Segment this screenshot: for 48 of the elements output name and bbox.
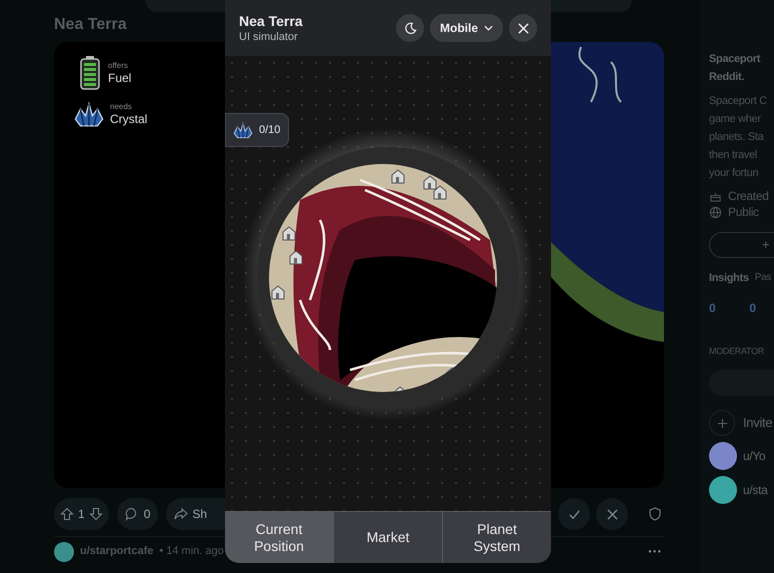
invite-button[interactable] xyxy=(709,410,735,436)
share-icon xyxy=(174,507,188,521)
meta-text: Created xyxy=(728,188,769,205)
close-button[interactable] xyxy=(509,14,537,42)
vote-control[interactable]: 1 xyxy=(54,498,109,530)
counter-text: 0/10 xyxy=(259,122,280,138)
moderator-name[interactable]: u/Yo xyxy=(743,447,766,465)
resource-caption: needs xyxy=(110,102,133,112)
moderators-heading: MODERATOR xyxy=(709,344,764,358)
upvote-icon[interactable] xyxy=(60,507,74,521)
close-icon xyxy=(518,22,528,34)
comment-icon xyxy=(124,507,139,521)
theme-toggle-button[interactable] xyxy=(396,14,424,42)
vote-count: 1 xyxy=(78,506,85,523)
meta-text: Public xyxy=(728,204,759,221)
resource-name: Fuel xyxy=(108,71,132,85)
community-title: Spaceport Reddit. xyxy=(709,52,760,85)
post-title: Nea Terra xyxy=(54,15,127,35)
globe-icon xyxy=(709,206,722,218)
checkmark-icon xyxy=(568,508,580,520)
simulator-tab[interactable]: Market xyxy=(333,512,442,563)
insights-value: 0 xyxy=(749,300,756,316)
shield-icon[interactable] xyxy=(648,507,662,521)
resource-caption: offers xyxy=(108,61,129,71)
chevron-down-icon xyxy=(484,25,493,31)
downvote-icon[interactable] xyxy=(88,507,103,521)
simulator-tab[interactable]: Planet System xyxy=(442,512,551,563)
device-dropdown[interactable]: Mobile xyxy=(430,14,503,42)
insights-period: Pas xyxy=(754,271,772,285)
remove-button[interactable] xyxy=(596,498,628,530)
community-description: Spaceport C game wher planets. Sta then travel your fortun xyxy=(709,94,767,181)
insights-value: 0 xyxy=(709,300,716,316)
moon-icon xyxy=(404,22,416,34)
more-options-button[interactable]: ··· xyxy=(648,541,662,562)
close-icon xyxy=(606,508,618,520)
crystal-icon xyxy=(232,121,254,139)
moderator-name[interactable]: u/sta xyxy=(743,481,768,499)
comments-button[interactable]: 0 xyxy=(116,498,158,530)
plus-icon xyxy=(716,418,728,428)
insights-label: Insights xyxy=(709,271,749,286)
simulator-title: Nea Terra xyxy=(239,12,303,30)
simulator-tab[interactable]: Current Position xyxy=(225,512,333,563)
post-time: • 14 min. ago xyxy=(159,544,224,560)
simulator-subtitle: UI simulator xyxy=(239,30,299,44)
battery-icon xyxy=(80,56,100,90)
resource-name: Crystal xyxy=(110,112,148,126)
avatar xyxy=(54,542,74,562)
crystal-icon xyxy=(72,100,106,128)
